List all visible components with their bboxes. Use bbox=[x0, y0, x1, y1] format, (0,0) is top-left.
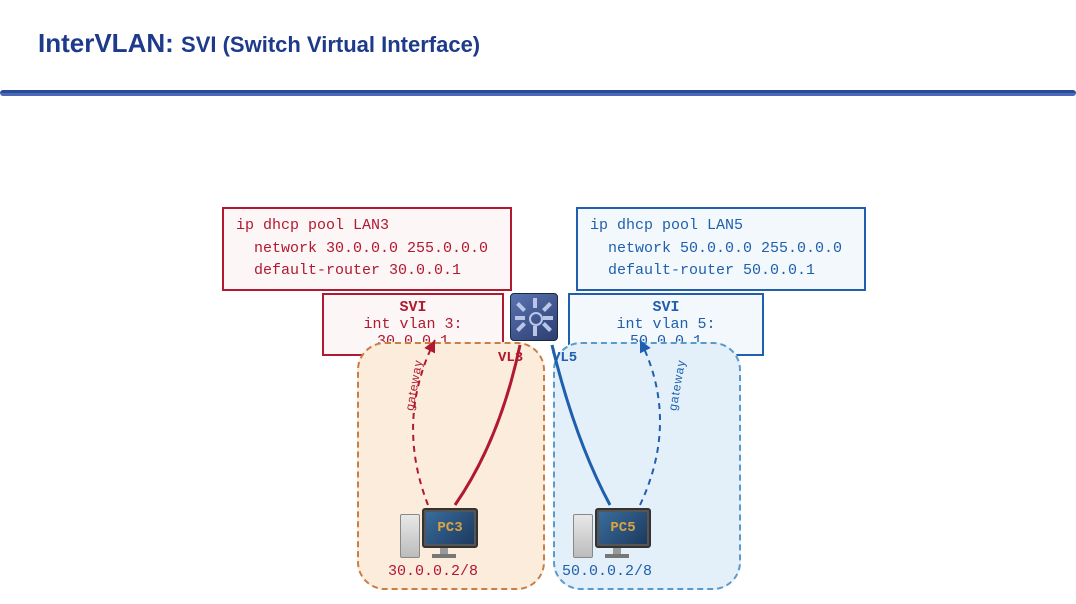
page-title: InterVLAN: SVI (Switch Virtual Interface… bbox=[38, 28, 480, 59]
dhcp-lan3-line1: ip dhcp pool LAN3 bbox=[236, 217, 389, 234]
vl3-label: VL3 bbox=[498, 350, 523, 366]
dhcp-lan3-line2: network 30.0.0.0 255.0.0.0 bbox=[236, 238, 498, 261]
pc3-icon: PC3 bbox=[400, 488, 480, 558]
title-main: InterVLAN: bbox=[38, 28, 174, 58]
title-sub: SVI (Switch Virtual Interface) bbox=[181, 32, 480, 57]
vl5-label: VL5 bbox=[552, 350, 577, 366]
pc5-icon: PC5 bbox=[573, 488, 653, 558]
dhcp-lan5-line2: network 50.0.0.0 255.0.0.0 bbox=[590, 238, 852, 261]
svi-vlan5-title: SVI bbox=[578, 299, 754, 316]
dhcp-lan3-line3: default-router 30.0.0.1 bbox=[236, 260, 498, 283]
dhcp-pool-lan5-box: ip dhcp pool LAN5 network 50.0.0.0 255.0… bbox=[576, 207, 866, 291]
dhcp-lan5-line1: ip dhcp pool LAN5 bbox=[590, 217, 743, 234]
layer3-switch-icon bbox=[510, 293, 558, 341]
pc3-ip: 30.0.0.2/8 bbox=[388, 563, 478, 580]
dhcp-lan5-line3: default-router 50.0.0.1 bbox=[590, 260, 852, 283]
svi-vlan3-title: SVI bbox=[332, 299, 494, 316]
pc5-ip: 50.0.0.2/8 bbox=[562, 563, 652, 580]
title-underline bbox=[0, 90, 1076, 96]
dhcp-pool-lan3-box: ip dhcp pool LAN3 ✦ network 30.0.0.0 255… bbox=[222, 207, 512, 291]
pc5-screen-label: PC5 bbox=[599, 512, 647, 544]
pc3-screen-label: PC3 bbox=[426, 512, 474, 544]
